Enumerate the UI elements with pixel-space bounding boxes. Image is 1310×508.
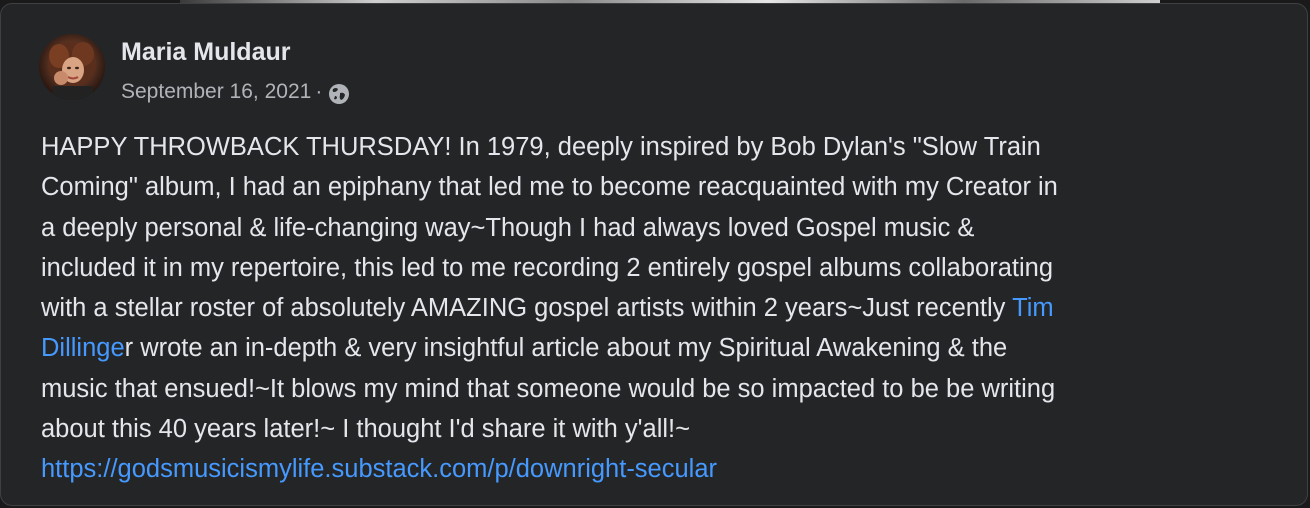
post-date[interactable]: September 16, 2021 (121, 80, 311, 104)
substack-link[interactable]: https://godsmusicismylife.substack.com/p… (41, 455, 717, 483)
post-body-line: with a stellar roster of absolutely AMAZ… (41, 288, 1291, 328)
post-body-text: r wrote an in-depth & very insightful ar… (124, 334, 1008, 363)
post-body-line: a deeply personal & life-changing way~Th… (41, 213, 975, 242)
mention-link-tim-dillinger[interactable]: Tim (1012, 294, 1054, 322)
post-body-line: HAPPY THROWBACK THURSDAY! In 1979, deepl… (41, 133, 1041, 161)
post-body-line: Coming" album, I had an epiphany that le… (41, 173, 1058, 202)
post-meta: September 16, 2021 · (121, 79, 350, 105)
avatar[interactable] (39, 34, 105, 100)
post-card: Maria Muldaur September 16, 2021 · HAPPY… (0, 3, 1308, 506)
post-body-line: about this 40 years later!~ I thought I'… (41, 415, 691, 444)
post-header: Maria Muldaur September 16, 2021 · (39, 33, 639, 105)
post-body-text: with a stellar roster of absolutely AMAZ… (41, 294, 1013, 323)
mention-link-tim-dillinger-continued[interactable]: Dillinge (41, 334, 125, 362)
post-body-line: music that ensued!~It blows my mind that… (41, 374, 1056, 403)
author-name[interactable]: Maria Muldaur (121, 38, 290, 67)
meta-separator: · (315, 80, 323, 103)
globe-icon[interactable] (328, 83, 350, 105)
post-body-line: https://godsmusicismylife.substack.com/p… (41, 449, 1291, 489)
post-body-line: Dillinger wrote an in-depth & very insig… (41, 328, 1291, 368)
post-body-line: included it in my repertoire, this led t… (41, 253, 1054, 282)
post-body: HAPPY THROWBACK THURSDAY! In 1979, deepl… (41, 127, 1291, 490)
